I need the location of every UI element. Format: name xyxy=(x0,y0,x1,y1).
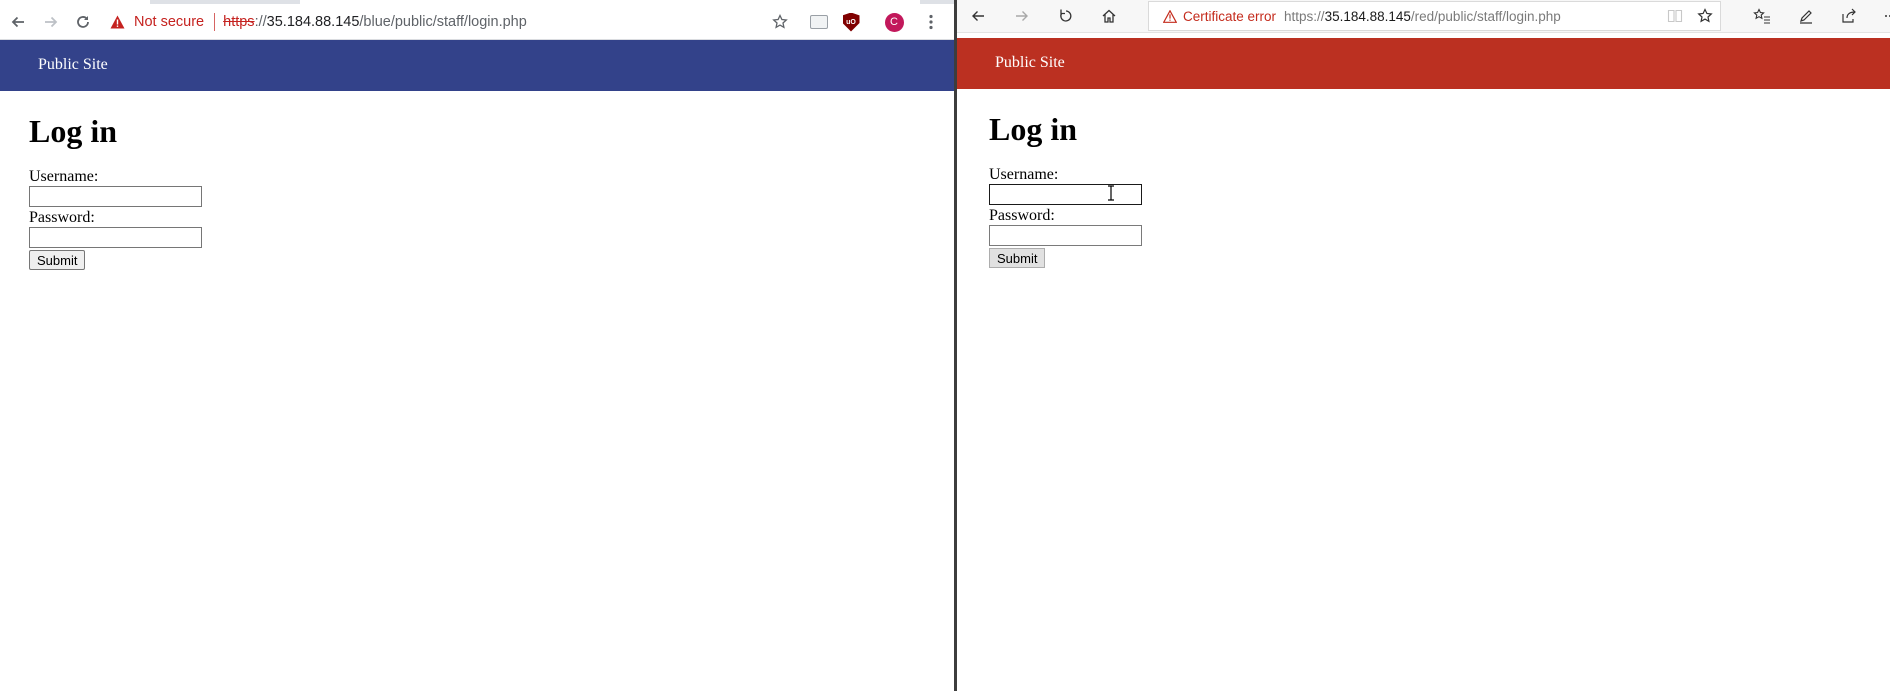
left-browser-window: Not secure https://35.184.88.145/blue/pu… xyxy=(0,0,954,691)
right-browser-window: Certificate error https://35.184.88.145/… xyxy=(957,0,1890,691)
certificate-error-label[interactable]: Certificate error xyxy=(1183,9,1276,24)
omnibox-divider xyxy=(214,13,216,31)
url-separator: :// xyxy=(254,14,267,30)
username-label: Username: xyxy=(989,166,1059,183)
notes-button[interactable] xyxy=(1791,2,1821,30)
url-scheme: https xyxy=(223,14,255,30)
reload-icon xyxy=(1060,9,1072,22)
forward-button[interactable] xyxy=(1007,2,1037,30)
password-field[interactable] xyxy=(29,227,202,248)
chrome-toolbar: Not secure https://35.184.88.145/blue/pu… xyxy=(0,4,954,40)
home-button[interactable] xyxy=(1094,2,1124,30)
back-button[interactable] xyxy=(4,8,32,36)
ublock-shield-icon: uO xyxy=(842,12,860,32)
username-field[interactable] xyxy=(989,184,1142,205)
submit-button[interactable]: Submit xyxy=(989,248,1046,268)
submit-button[interactable]: Submit xyxy=(29,250,86,270)
url-path: /red/public/staff/login.php xyxy=(1410,8,1561,24)
page-title: Log in xyxy=(989,111,1078,147)
share-button[interactable] xyxy=(1834,2,1864,30)
public-site-link[interactable]: Public Site xyxy=(995,54,1065,72)
profile-button[interactable]: C xyxy=(880,8,908,36)
url-path: /blue/public/staff/login.php xyxy=(359,14,527,30)
login-content: Log in Username: Password: Submit xyxy=(989,89,1142,268)
forward-button[interactable] xyxy=(37,8,65,36)
text-cursor-icon xyxy=(1108,185,1114,201)
site-navbar: Public Site xyxy=(0,40,954,91)
username-field[interactable] xyxy=(29,186,202,207)
url-scheme: https:// xyxy=(1284,8,1325,24)
page-title: Log in xyxy=(29,113,118,149)
login-content: Log in Username: Password: Submit xyxy=(29,91,202,270)
url-host: 35.184.88.145 xyxy=(266,14,360,30)
refresh-button[interactable] xyxy=(1051,2,1081,30)
login-form: Username: Password: Submit xyxy=(989,166,1142,268)
omnibox[interactable]: Not secure https://35.184.88.145/blue/pu… xyxy=(110,8,527,36)
forward-icon xyxy=(45,16,58,28)
reload-icon xyxy=(77,16,89,28)
password-label: Password: xyxy=(29,209,95,226)
avatar: C xyxy=(884,12,904,32)
password-label: Password: xyxy=(989,207,1055,224)
site-navbar: Public Site xyxy=(957,38,1890,89)
extension-button[interactable] xyxy=(805,8,833,36)
menu-icon xyxy=(929,14,933,30)
share-icon xyxy=(1842,8,1856,23)
security-status[interactable]: Not secure xyxy=(134,14,204,30)
public-site-link[interactable]: Public Site xyxy=(38,56,108,74)
chrome-menu-button[interactable] xyxy=(917,8,945,36)
back-icon xyxy=(972,11,984,21)
star-icon xyxy=(772,14,788,29)
forward-icon xyxy=(1016,11,1028,21)
bookmark-star-button[interactable] xyxy=(766,8,794,36)
edge-toolbar: Certificate error https://35.184.88.145/… xyxy=(957,0,1890,33)
add-favorite-button[interactable] xyxy=(1690,2,1720,30)
reading-view-icon xyxy=(1667,9,1683,23)
pen-icon xyxy=(1800,10,1812,24)
reload-button[interactable] xyxy=(69,8,97,36)
more-button[interactable] xyxy=(1875,2,1890,30)
warning-icon xyxy=(110,15,125,29)
login-form: Username: Password: Submit xyxy=(29,168,202,270)
back-button[interactable] xyxy=(963,2,993,30)
star-icon xyxy=(1697,8,1713,23)
favorites-hub-button[interactable] xyxy=(1747,2,1777,30)
password-field[interactable] xyxy=(989,225,1142,246)
favorites-icon xyxy=(1753,8,1770,24)
extension-icon xyxy=(810,15,828,29)
home-icon xyxy=(1102,9,1116,23)
reading-view-button[interactable] xyxy=(1660,2,1690,30)
back-icon xyxy=(11,16,24,28)
more-icon xyxy=(1885,15,1890,17)
warning-icon xyxy=(1163,9,1177,23)
username-label: Username: xyxy=(29,168,99,185)
url-host: 35.184.88.145 xyxy=(1324,8,1411,24)
ublock-button[interactable]: uO xyxy=(837,8,865,36)
address-bar[interactable]: Certificate error https://35.184.88.145/… xyxy=(1148,1,1721,31)
